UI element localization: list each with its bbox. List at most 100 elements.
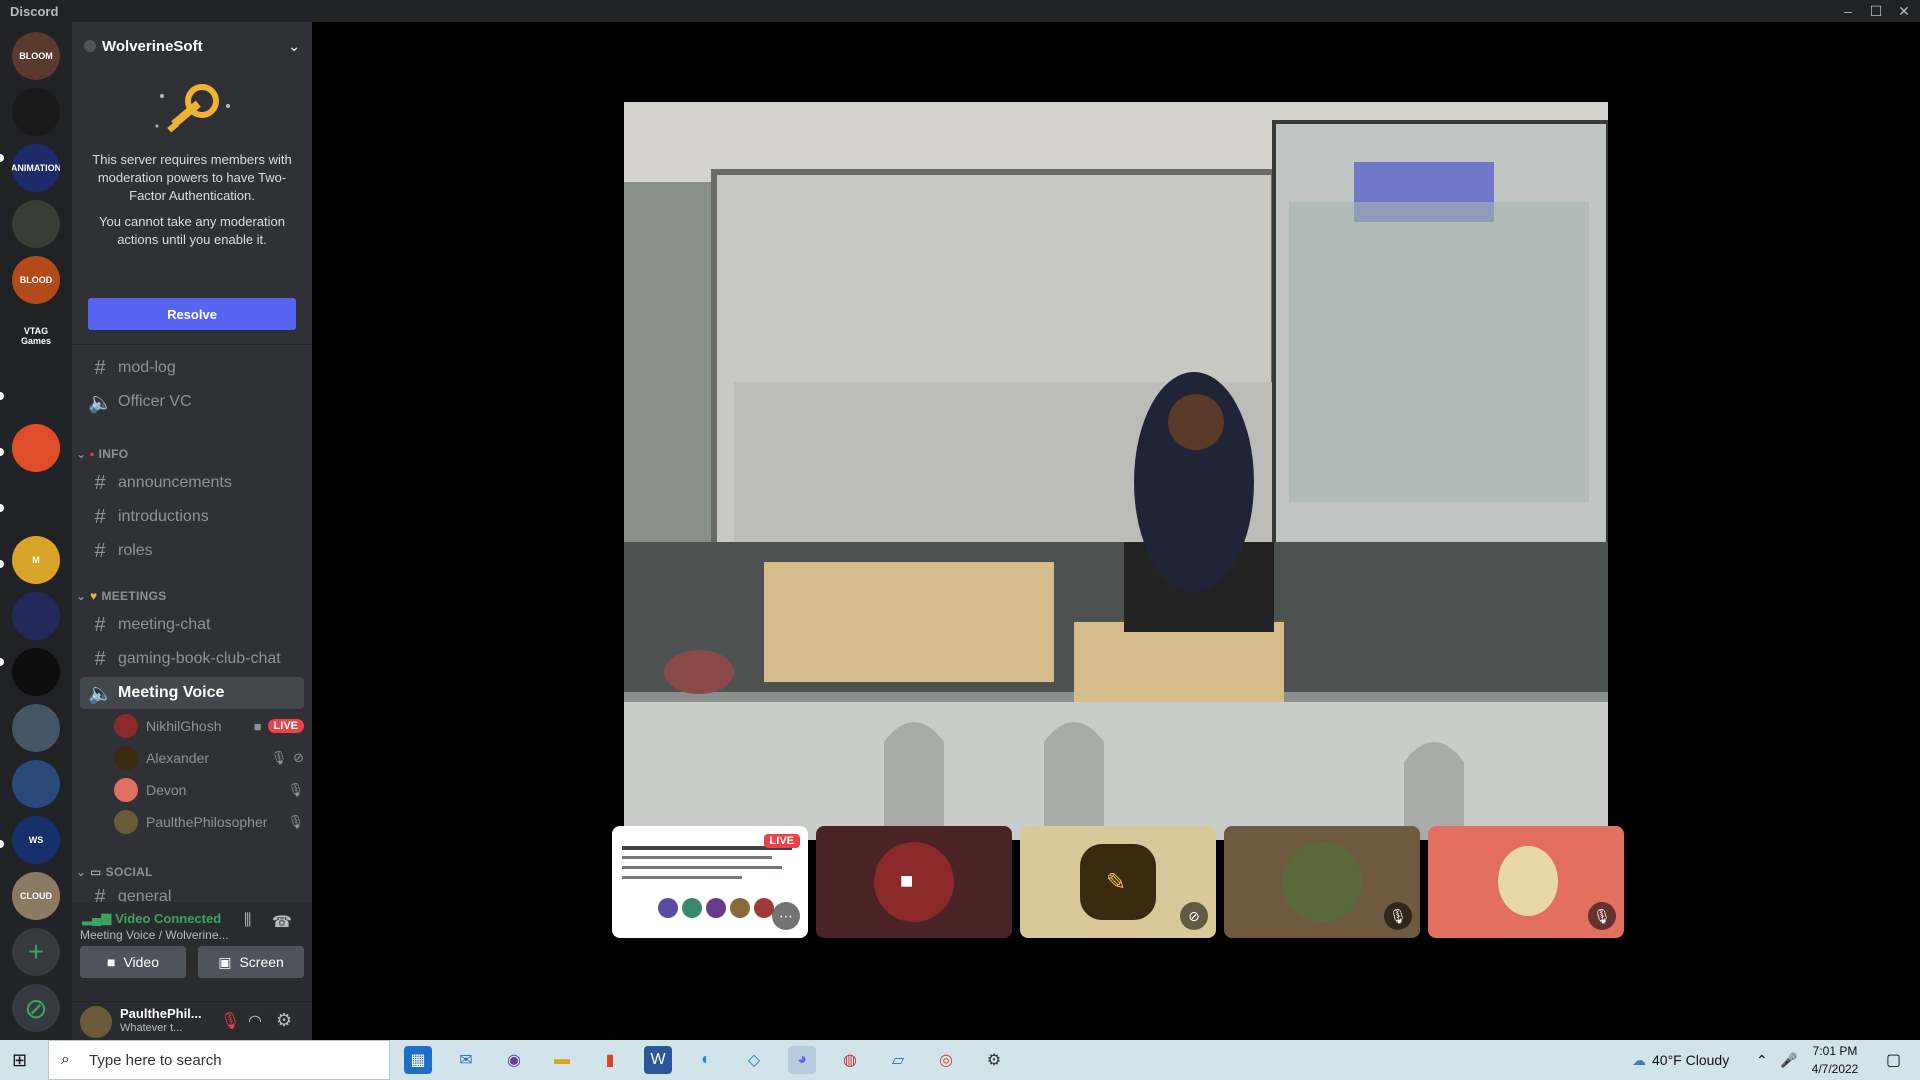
folder-icon[interactable]: ▬ bbox=[548, 1046, 576, 1074]
connection-status[interactable]: ▂▄▆ Video Connected bbox=[82, 910, 221, 926]
taskbar-clock[interactable]: 7:01 PM 4/7/2022 bbox=[1790, 1042, 1880, 1078]
connected-channel[interactable]: Meeting Voice / Wolverine... bbox=[80, 928, 229, 942]
channel-meeting-voice[interactable]: 🔈 Meeting Voice bbox=[80, 677, 304, 709]
word-icon[interactable]: W bbox=[644, 1046, 672, 1074]
server-icon[interactable]: M bbox=[12, 536, 60, 584]
server-icon[interactable] bbox=[12, 704, 60, 752]
screen-text-line bbox=[622, 876, 742, 879]
server-icon[interactable]: VTAG Games bbox=[12, 312, 60, 360]
weather-widget[interactable]: ☁ 40°F Cloudy bbox=[1632, 1040, 1729, 1080]
add-server-button[interactable]: + bbox=[12, 928, 60, 976]
vscode-icon[interactable]: ◇ bbox=[740, 1046, 768, 1074]
classroom-camera-frame bbox=[624, 102, 1608, 840]
mic-muted-icon[interactable]: 🎙 bbox=[220, 1011, 240, 1031]
channel-label: announcements bbox=[118, 474, 232, 491]
avatar[interactable] bbox=[80, 1006, 112, 1038]
user-panel: PaulthePhil... Whatever t... 🎙 ◠ ⚙ bbox=[72, 1002, 312, 1040]
channel-roles[interactable]: # roles bbox=[80, 535, 304, 567]
clock-time: 7:01 PM bbox=[1812, 1044, 1858, 1058]
server-icon[interactable]: BLOOM bbox=[12, 32, 60, 80]
server-icon-label: BLOOD bbox=[12, 256, 60, 304]
category-info[interactable]: ⌄ ▪ INFO bbox=[76, 444, 128, 464]
deafened-icon: ⊘ bbox=[293, 750, 304, 765]
chevron-up-icon[interactable]: ⌃ bbox=[1756, 1040, 1768, 1080]
avatar bbox=[114, 746, 138, 770]
server-icon[interactable] bbox=[12, 368, 60, 416]
mail-icon[interactable]: ✉ bbox=[452, 1046, 480, 1074]
screen-share-button[interactable]: ▣ Screen bbox=[198, 946, 304, 978]
server-icon[interactable] bbox=[12, 480, 60, 528]
server-icon-label bbox=[12, 88, 60, 136]
chevron-down-icon[interactable]: ⌄ bbox=[288, 38, 300, 55]
screen-text-line bbox=[622, 866, 782, 869]
channel-officer-vc[interactable]: 🔈 Officer VC bbox=[80, 386, 304, 418]
headphones-icon[interactable]: ◠ bbox=[248, 1011, 262, 1031]
camera-icon: ■ bbox=[253, 718, 262, 734]
tile-screen-share[interactable]: LIVE ⋯ bbox=[612, 826, 808, 938]
voice-user-nikhilghosh[interactable]: NikhilGhosh ■ LIVE bbox=[114, 712, 304, 740]
terminal-icon[interactable]: ▱ bbox=[884, 1046, 912, 1074]
chrome-icon[interactable]: ◎ bbox=[932, 1046, 960, 1074]
tile-paulthephilosopher[interactable]: 🎙 bbox=[1224, 826, 1420, 938]
server-icon[interactable] bbox=[12, 760, 60, 808]
chat-icon: ▭ bbox=[90, 865, 102, 879]
maximize-button[interactable]: ☐ bbox=[1862, 0, 1890, 22]
unread-indicator bbox=[0, 154, 4, 162]
store-icon[interactable]: ▦ bbox=[404, 1046, 432, 1074]
channel-announcements[interactable]: # announcements bbox=[80, 467, 304, 499]
username[interactable]: PaulthePhil... bbox=[120, 1006, 202, 1021]
start-button[interactable]: ⊞ bbox=[12, 1050, 27, 1071]
server-icon-label: BLOOM bbox=[12, 32, 60, 80]
category-social[interactable]: ⌄ ▭ SOCIAL bbox=[76, 862, 153, 882]
more-icon[interactable]: ⋯ bbox=[772, 902, 800, 930]
voice-user-devon[interactable]: Devon 🎙 bbox=[114, 776, 304, 804]
explore-servers-button[interactable]: ⊘ bbox=[12, 984, 60, 1032]
flag-icon: ▪ bbox=[90, 447, 95, 461]
video-button[interactable]: ■ Video bbox=[80, 946, 186, 978]
tile-devon[interactable]: 🎙 bbox=[1428, 826, 1624, 938]
search-input[interactable]: ⌕ Type here to search bbox=[48, 1040, 390, 1080]
settings-icon[interactable]: ⚙ bbox=[980, 1046, 1008, 1074]
voice-user-paulthephilosopher[interactable]: PaulthePhilosopher 🎙 bbox=[114, 808, 304, 836]
server-icon[interactable]: CLOUD bbox=[12, 872, 60, 920]
notification-icon[interactable]: ▢ bbox=[1886, 1040, 1901, 1080]
server-icon[interactable] bbox=[12, 200, 60, 248]
close-button[interactable]: ✕ bbox=[1890, 0, 1918, 22]
server-icon[interactable] bbox=[12, 88, 60, 136]
resolve-button[interactable]: Resolve bbox=[88, 298, 296, 330]
channel-label: mod-log bbox=[118, 359, 176, 376]
hash-icon: # bbox=[94, 613, 106, 636]
server-icon-label bbox=[12, 592, 60, 640]
key-icon bbox=[155, 84, 230, 133]
voice-user-name: PaulthePhilosopher bbox=[146, 814, 268, 830]
app-icon[interactable]: ◍ bbox=[836, 1046, 864, 1074]
server-icon[interactable] bbox=[12, 592, 60, 640]
deafened-icon: ⊘ bbox=[1180, 902, 1208, 930]
disconnect-icon[interactable]: ☎ bbox=[272, 912, 292, 932]
channel-meeting-chat[interactable]: # meeting-chat bbox=[80, 609, 304, 641]
channel-gaming-book-club-chat[interactable]: # gaming-book-club-chat bbox=[80, 643, 304, 675]
tile-alexander[interactable]: ✎ ⊘ bbox=[1020, 826, 1216, 938]
office-icon[interactable]: ▮ bbox=[596, 1046, 624, 1074]
channel-introductions[interactable]: # introductions bbox=[80, 501, 304, 533]
server-icon[interactable] bbox=[12, 648, 60, 696]
clock-date: 4/7/2022 bbox=[1811, 1062, 1859, 1076]
noise-suppression-icon[interactable]: ⫼ bbox=[244, 912, 251, 930]
channel-mod-log[interactable]: # mod-log bbox=[80, 352, 304, 384]
voice-user-alexander[interactable]: Alexander 🎙 ⊘ bbox=[114, 744, 304, 772]
edge-icon[interactable]: ◐ bbox=[692, 1046, 720, 1074]
gear-icon[interactable]: ⚙ bbox=[276, 1010, 292, 1031]
minimize-button[interactable]: – bbox=[1834, 0, 1862, 22]
speaker-icon: 🔈 bbox=[88, 391, 113, 414]
server-icon[interactable]: BLOOD bbox=[12, 256, 60, 304]
github-icon[interactable]: ◉ bbox=[500, 1046, 528, 1074]
discord-icon[interactable]: ◕ bbox=[788, 1046, 816, 1074]
category-meetings[interactable]: ⌄ ♥ MEETINGS bbox=[76, 586, 167, 606]
main-video-stream[interactable] bbox=[624, 102, 1608, 840]
server-icon[interactable]: WS bbox=[12, 816, 60, 864]
server-icon[interactable] bbox=[12, 424, 60, 472]
tile-camera-user[interactable]: ■ bbox=[816, 826, 1012, 938]
server-icon[interactable]: ANIMATION bbox=[12, 144, 60, 192]
avatar bbox=[1282, 842, 1362, 922]
server-header[interactable]: WolverineSoft ⌄ bbox=[72, 22, 312, 70]
